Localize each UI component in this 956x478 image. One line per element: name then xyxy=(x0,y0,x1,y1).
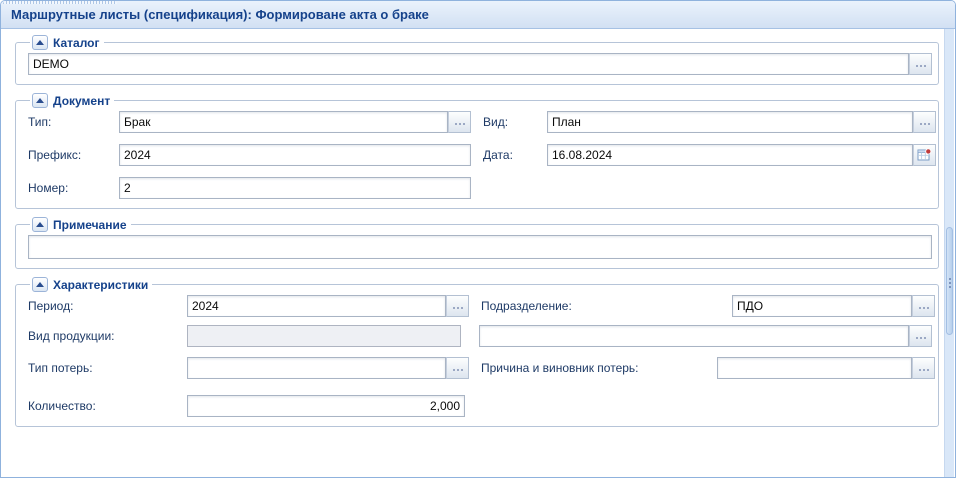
loss-type-input[interactable] xyxy=(187,357,446,379)
ellipsis-icon xyxy=(916,337,918,339)
form-body: Каталог Документ Тип: xyxy=(1,29,955,478)
ellipsis-icon xyxy=(455,123,457,125)
quantity-label: Количество: xyxy=(28,399,187,413)
document-legend-label: Документ xyxy=(53,94,110,108)
collapse-note-button[interactable] xyxy=(32,217,48,232)
chevron-up-icon xyxy=(36,40,44,45)
catalog-lookup-button[interactable] xyxy=(909,53,932,75)
catalog-section: Каталог xyxy=(15,35,939,85)
loss-reason-label: Причина и виновник потерь: xyxy=(481,361,717,375)
kind-lookup-button[interactable] xyxy=(913,111,936,133)
ellipsis-icon xyxy=(453,369,455,371)
characteristics-section: Характеристики Период: Подразделение: Ви… xyxy=(15,277,939,427)
loss-reason-lookup-button[interactable] xyxy=(912,357,935,379)
scrollbar-thumb[interactable] xyxy=(946,227,953,335)
characteristics-legend: Характеристики xyxy=(30,277,152,292)
panel-header: Маршрутные листы (спецификация): Формиро… xyxy=(1,1,955,29)
period-label: Период: xyxy=(28,299,187,313)
type-lookup-button[interactable] xyxy=(448,111,471,133)
ellipsis-icon xyxy=(919,369,921,371)
catalog-legend: Каталог xyxy=(30,35,104,50)
period-lookup-button[interactable] xyxy=(446,295,469,317)
note-section: Примечание xyxy=(15,217,939,269)
ellipsis-icon xyxy=(920,123,922,125)
ellipsis-icon xyxy=(453,307,455,309)
kind-input[interactable] xyxy=(547,111,913,133)
date-label: Дата: xyxy=(483,148,547,162)
loss-type-lookup-button[interactable] xyxy=(446,357,469,379)
loss-reason-input[interactable] xyxy=(717,357,912,379)
tab-edge-decoration xyxy=(3,1,117,4)
product-lookup-input[interactable] xyxy=(479,325,909,347)
product-lookup-button[interactable] xyxy=(909,325,932,347)
collapse-characteristics-button[interactable] xyxy=(32,277,48,292)
product-kind-input xyxy=(187,325,461,347)
department-input[interactable] xyxy=(732,295,912,317)
note-legend-label: Примечание xyxy=(53,218,127,232)
prefix-label: Префикс: xyxy=(28,148,119,162)
catalog-legend-label: Каталог xyxy=(53,36,100,50)
vertical-scrollbar[interactable] xyxy=(944,29,954,477)
collapse-document-button[interactable] xyxy=(32,93,48,108)
kind-label: Вид: xyxy=(483,115,547,129)
note-legend: Примечание xyxy=(30,217,131,232)
date-picker-button[interactable] xyxy=(913,144,936,166)
document-legend: Документ xyxy=(30,93,114,108)
quantity-input[interactable] xyxy=(187,395,465,417)
chevron-up-icon xyxy=(36,222,44,227)
chevron-up-icon xyxy=(36,282,44,287)
period-input[interactable] xyxy=(187,295,446,317)
collapse-catalog-button[interactable] xyxy=(32,35,48,50)
department-lookup-button[interactable] xyxy=(912,295,935,317)
characteristics-legend-label: Характеристики xyxy=(53,278,148,292)
number-input[interactable] xyxy=(119,177,471,199)
date-input[interactable] xyxy=(547,144,913,166)
calendar-icon xyxy=(917,148,932,162)
page-title: Маршрутные листы (спецификация): Формиро… xyxy=(11,7,429,22)
form-panel: Маршрутные листы (спецификация): Формиро… xyxy=(0,0,956,478)
chevron-up-icon xyxy=(36,98,44,103)
ellipsis-icon xyxy=(916,65,918,67)
document-section: Документ Тип: Вид: Префикс: xyxy=(15,93,939,209)
type-label: Тип: xyxy=(28,115,119,129)
type-input[interactable] xyxy=(119,111,448,133)
ellipsis-icon xyxy=(919,307,921,309)
product-kind-label: Вид продукции: xyxy=(28,329,187,343)
prefix-input[interactable] xyxy=(119,144,471,166)
number-label: Номер: xyxy=(28,181,119,195)
department-label: Подразделение: xyxy=(481,299,732,313)
note-input[interactable] xyxy=(28,235,932,259)
catalog-input[interactable] xyxy=(28,53,909,75)
loss-type-label: Тип потерь: xyxy=(28,361,187,375)
